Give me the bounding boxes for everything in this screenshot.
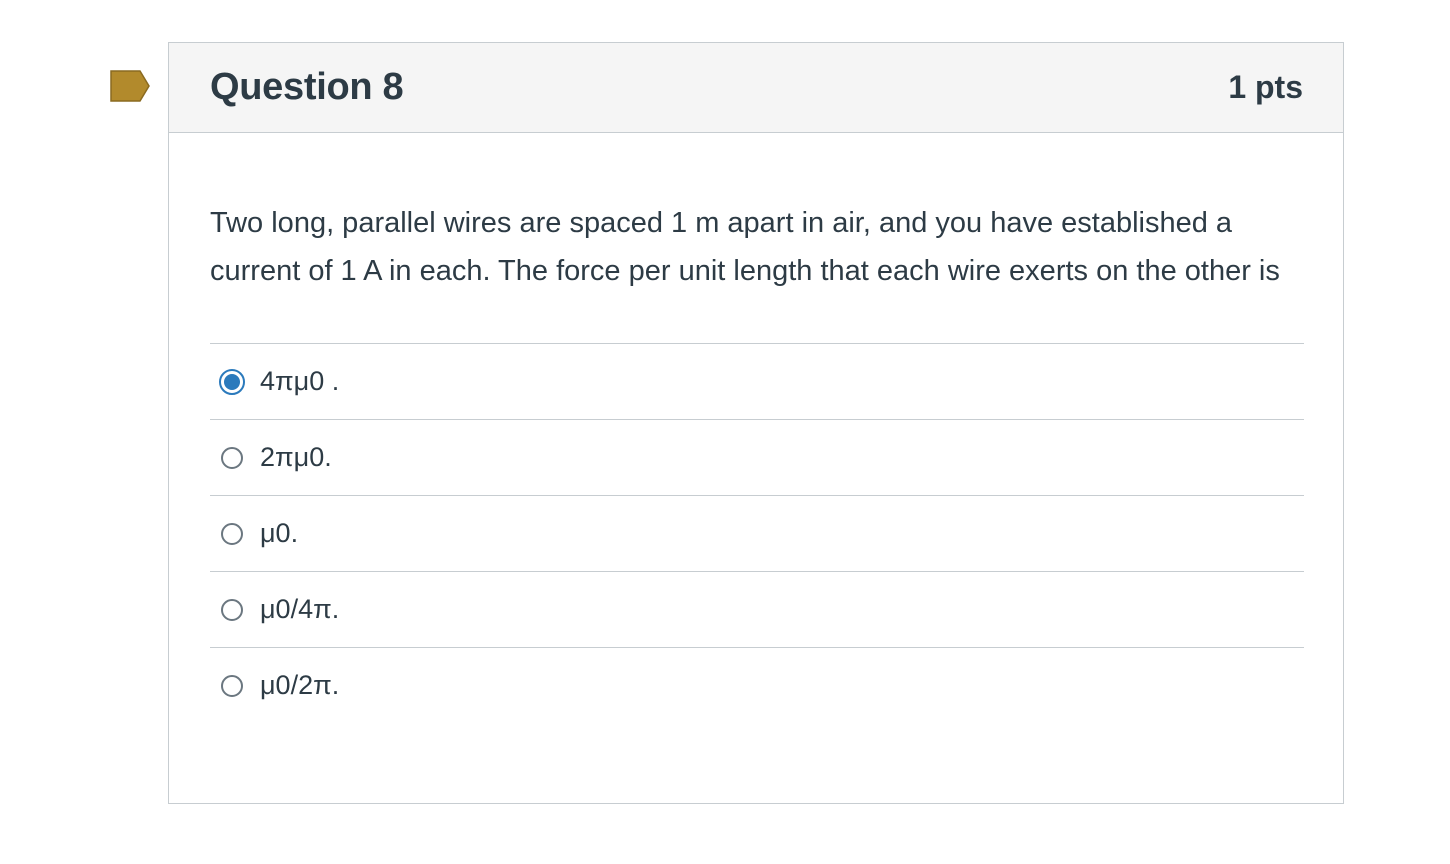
- question-header: Question 8 1 pts: [169, 43, 1343, 133]
- question-title: Question 8: [210, 66, 404, 108]
- radio-button-selected[interactable]: [219, 368, 245, 395]
- radio-button[interactable]: [221, 598, 243, 621]
- radio-button[interactable]: [221, 522, 243, 545]
- answer-option[interactable]: μ0/4π.: [210, 572, 1304, 648]
- question-points: 1 pts: [1228, 69, 1303, 105]
- answer-label: μ0/2π.: [260, 670, 340, 700]
- question-body: Two long, parallel wires are spaced 1 m …: [169, 133, 1343, 723]
- answer-option[interactable]: 2πμ0.: [210, 420, 1304, 496]
- answer-label: μ0/4π.: [260, 594, 340, 624]
- answer-option[interactable]: 4πμ0 .: [210, 344, 1304, 420]
- question-card: Question 8 1 pts Two long, parallel wire…: [168, 42, 1344, 804]
- answer-list: 4πμ0 . 2πμ0. μ0. μ0/4π. μ0/2π.: [210, 343, 1304, 723]
- answer-label: 4πμ0 .: [260, 366, 340, 396]
- question-text: Two long, parallel wires are spaced 1 m …: [210, 207, 1280, 287]
- answer-label: 2πμ0.: [260, 442, 332, 472]
- answer-option[interactable]: μ0/2π.: [210, 648, 1304, 723]
- answer-label: μ0.: [260, 518, 299, 548]
- radio-button[interactable]: [221, 674, 243, 697]
- radio-button[interactable]: [221, 446, 243, 469]
- bookmark-flag-icon[interactable]: [110, 70, 150, 102]
- answer-option[interactable]: μ0.: [210, 496, 1304, 572]
- quiz-page: Question 8 1 pts Two long, parallel wire…: [0, 0, 1450, 864]
